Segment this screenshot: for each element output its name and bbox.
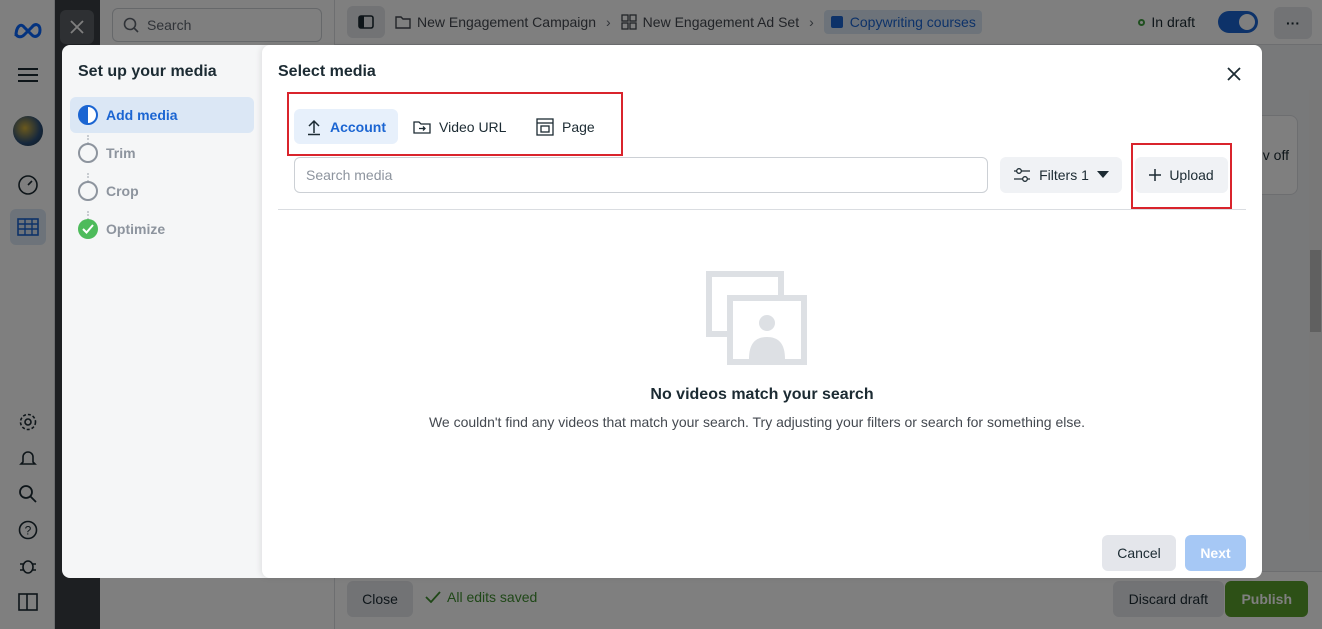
sliders-icon (1014, 168, 1031, 182)
upload-arrow-icon (308, 119, 320, 135)
media-stepper: Set up your media Add media Trim Crop Op… (62, 45, 272, 578)
filters-label: Filters 1 (1039, 167, 1089, 183)
empty-media-illustration-icon (706, 271, 807, 365)
select-media-modal: Select media Account Video URL Page Filt… (262, 45, 1262, 578)
search-media-input[interactable] (294, 157, 988, 193)
step-label: Optimize (106, 221, 166, 237)
tab-label: Video URL (439, 118, 507, 135)
tab-label: Account (330, 118, 386, 135)
step-trim[interactable]: Trim (70, 135, 254, 171)
empty-circle-icon (78, 181, 98, 201)
folder-arrow-icon (413, 120, 431, 134)
upload-button[interactable]: Upload (1135, 157, 1228, 193)
next-button[interactable]: Next (1185, 535, 1246, 571)
empty-state-title: No videos match your search (650, 386, 874, 403)
next-label: Next (1200, 545, 1231, 561)
tab-page[interactable]: Page (524, 109, 607, 144)
caret-down-icon (1096, 171, 1109, 178)
empty-state-subtitle: We couldn't find any videos that match y… (428, 414, 1086, 430)
step-label: Trim (106, 145, 136, 161)
modal-title: Select media (278, 63, 376, 80)
filters-button[interactable]: Filters 1 (1000, 157, 1122, 193)
divider (278, 209, 1246, 210)
step-label: Add media (106, 107, 178, 123)
cancel-label: Cancel (1117, 545, 1161, 561)
step-add-media[interactable]: Add media (70, 97, 254, 133)
empty-circle-icon (78, 143, 98, 163)
tab-video-url[interactable]: Video URL (401, 109, 518, 144)
step-optimize[interactable]: Optimize (70, 211, 254, 247)
upload-label: Upload (1169, 167, 1214, 183)
step-label: Crop (106, 183, 139, 199)
step-crop[interactable]: Crop (70, 173, 254, 209)
close-icon[interactable] (1221, 61, 1247, 87)
check-circle-icon (78, 219, 98, 239)
stepper-title: Set up your media (78, 63, 217, 80)
page-icon (536, 117, 554, 136)
half-circle-icon (78, 105, 98, 125)
plus-icon (1149, 169, 1162, 181)
tab-label: Page (562, 118, 595, 135)
tab-account[interactable]: Account (294, 109, 398, 144)
cancel-button[interactable]: Cancel (1102, 535, 1176, 571)
